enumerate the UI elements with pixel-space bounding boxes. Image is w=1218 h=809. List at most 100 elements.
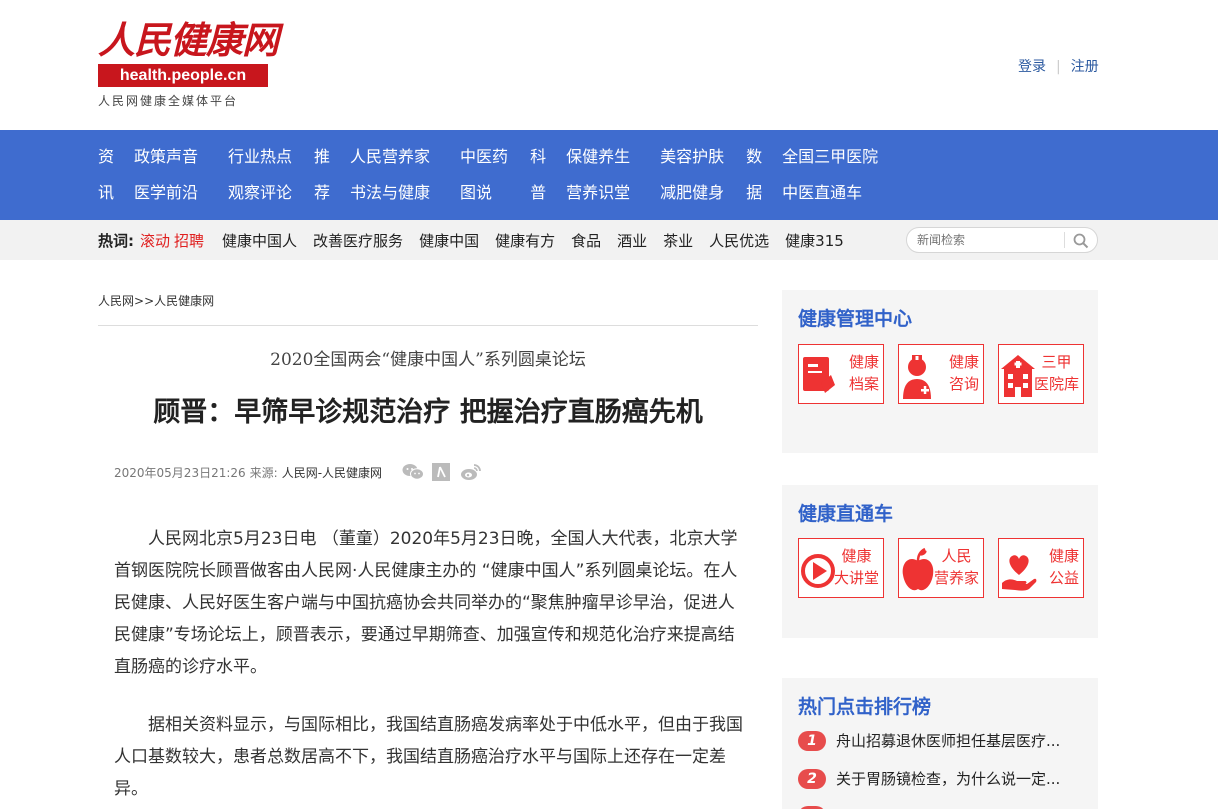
- nav-link[interactable]: 减肥健身: [660, 184, 724, 202]
- nav-category-char: 资: [98, 147, 115, 166]
- auth-links: 登录 | 注册: [1018, 56, 1099, 76]
- logo-subtitle: 人民网健康全媒体平台: [98, 94, 239, 108]
- hot-word-link[interactable]: 人民优选: [709, 230, 769, 251]
- tile-label: 健康 公益: [1048, 547, 1079, 587]
- nav-link[interactable]: 行业热点: [228, 148, 292, 166]
- heart-hand-icon: [1001, 545, 1037, 595]
- nav-category-char: 普: [530, 183, 547, 202]
- nav-link[interactable]: 美容护肤: [660, 148, 724, 166]
- hospital-icon: [1001, 351, 1037, 401]
- nav-category: 推荐: [314, 130, 331, 220]
- rank-title: 舟山招募退休医师担任基层医疗...: [836, 732, 1061, 750]
- nav-columns: 保健养生 营养识堂 美容护肤 减肥健身: [566, 130, 746, 220]
- hot-words-bar: 热词: 滚动 招聘 健康中国人 改善医疗服务 健康中国 健康有方 食品 酒业 茶业 人民优选健…: [0, 220, 1218, 260]
- nav-group: 数据全国三甲医院 中医直通车: [746, 130, 900, 220]
- nav-category: 科普: [530, 130, 547, 220]
- nav-column: 保健养生 营养识堂: [566, 130, 630, 220]
- hot-word-link[interactable]: 酒业: [617, 230, 647, 251]
- nav-column: 人民营养家书法与健康: [350, 130, 430, 220]
- search-input[interactable]: [917, 231, 1057, 249]
- ranking-item[interactable]: 2 关于胃肠镜检查，为什么说一定...: [798, 768, 1088, 789]
- article-title: 顾晋：早筛早诊规范治疗 把握治疗直肠癌先机: [153, 397, 703, 428]
- doctor-icon: [901, 351, 937, 401]
- article-source[interactable]: 人民网-人民健康网: [282, 464, 382, 481]
- tile-label: 健康 咨询: [948, 353, 979, 393]
- hot-ranking-box: 热门点击排行榜 1 舟山招募退休医师担任基层医疗... 2 关于胃肠镜检查，为什…: [782, 678, 1098, 809]
- article-paragraph-2: 据相关资料显示，与国际相比，我国结直肠癌发病率处于中低水平，但由于我国人口基数较…: [114, 715, 743, 799]
- hot-word-link[interactable]: 健康有方: [495, 230, 555, 251]
- hot-words: 热词: 滚动 招聘 健康中国人 改善医疗服务 健康中国 健康有方 食品 酒业 茶业 人民优选健…: [98, 220, 844, 260]
- health-express-tiles: 健康 大讲堂 人民 营养家 健康 公益: [798, 538, 1084, 598]
- people-app-icon[interactable]: [431, 463, 451, 481]
- nav-group: 资讯 政策声音医学前沿 行业热点观察评论: [98, 130, 314, 220]
- hot-word-link[interactable]: 健康315: [785, 230, 844, 251]
- nav-link[interactable]: 人民营养家: [350, 148, 430, 166]
- article-paragraph-1: 人民网北京5月23日电 （董童）2020年5月23日晚，全国人大代表，北京大学首…: [114, 529, 738, 677]
- tile-label: 健康 大讲堂: [833, 547, 879, 587]
- tile-hospital-library[interactable]: 三甲 医院库: [998, 344, 1084, 404]
- nav-link[interactable]: 政策声音: [134, 148, 198, 166]
- tile-label: 三甲 医院库: [1033, 353, 1079, 393]
- tile-health-records[interactable]: 健康 档案: [798, 344, 884, 404]
- hot-word-link[interactable]: 茶业: [663, 230, 693, 251]
- nav-link[interactable]: 观察评论: [228, 184, 292, 202]
- health-express-title: 健康直通车: [798, 503, 894, 525]
- hot-ranking-title: 热门点击排行榜: [798, 696, 932, 718]
- nav-columns: 全国三甲医院 中医直通车: [782, 130, 900, 220]
- nav-group: 推荐人民营养家 书法与健康 中医药 图说: [314, 130, 530, 220]
- health-management-tiles: 健康 档案 健康 咨询 三甲 医院库: [798, 344, 1084, 404]
- ranking-item[interactable]: 1 舟山招募退休医师担任基层医疗...: [798, 730, 1088, 751]
- news-search: [906, 227, 1098, 253]
- nav-link[interactable]: 保健养生: [566, 148, 630, 166]
- nav-category-char: 科: [530, 147, 547, 166]
- file-icon: [801, 351, 837, 401]
- register-link[interactable]: 注册: [1071, 59, 1099, 75]
- tile-public-welfare[interactable]: 健康 公益: [998, 538, 1084, 598]
- nav-column: 美容护肤 减肥健身: [660, 130, 724, 220]
- logo-title: 人民健康网: [98, 18, 279, 62]
- nav-column: 全国三甲医院 中医直通车: [782, 130, 878, 220]
- nav-category: 数据: [746, 130, 763, 220]
- breadcrumb-divider: [98, 325, 758, 326]
- nav-column: 行业热点 观察评论: [228, 130, 292, 220]
- tile-label: 健康 档案: [848, 353, 879, 393]
- hot-word-link[interactable]: 改善医疗服务: [313, 230, 403, 251]
- tile-health-lecture[interactable]: 健康 大讲堂: [798, 538, 884, 598]
- site-logo[interactable]: 人民健康网 health.people.cn 人民网健康全媒体平台: [98, 18, 279, 109]
- nav-link[interactable]: 书法与健康: [350, 184, 430, 202]
- rank-title: 关于胃肠镜检查，为什么说一定...: [836, 770, 1061, 788]
- weibo-icon[interactable]: [460, 463, 481, 481]
- search-icon[interactable]: [1073, 233, 1089, 249]
- rank-number: 1: [798, 730, 826, 751]
- site-header: 人民健康网 health.people.cn 人民网健康全媒体平台 登录 | 注册: [0, 0, 1218, 130]
- tile-health-consult[interactable]: 健康 咨询: [898, 344, 984, 404]
- nav-group: 科普保健养生 营养识堂 美容护肤 减肥健身: [530, 130, 746, 220]
- nav-link[interactable]: 营养识堂: [566, 184, 630, 202]
- breadcrumb-home[interactable]: 人民网: [98, 294, 134, 308]
- article-meta: 2020年05月23日21:26 来源: 人民网-人民健康网: [114, 463, 481, 481]
- nav-link[interactable]: 医学前沿: [134, 184, 198, 202]
- nav-link[interactable]: 中医直通车: [782, 184, 878, 202]
- hot-link-jobs[interactable]: 招聘: [174, 230, 204, 251]
- hot-words-label: 热词:: [98, 231, 134, 250]
- hot-link-scroll[interactable]: 滚动: [140, 230, 170, 251]
- nav-category-char: 荐: [314, 183, 331, 202]
- nav-link[interactable]: 中医药: [460, 148, 508, 166]
- login-link[interactable]: 登录: [1018, 59, 1046, 75]
- nav-category: 资讯: [98, 130, 115, 220]
- breadcrumb-separator: >>: [134, 294, 155, 308]
- article-date: 2020年05月23日21:26: [114, 465, 246, 480]
- hot-word-link[interactable]: 食品: [571, 230, 601, 251]
- nav-category-char: 据: [746, 183, 763, 202]
- tile-label: 人民 营养家: [933, 547, 979, 587]
- article-subtitle: 2020全国两会“健康中国人”系列圆桌论坛: [270, 350, 586, 370]
- wechat-icon[interactable]: [402, 463, 425, 481]
- breadcrumb-section[interactable]: 人民健康网: [154, 294, 214, 308]
- nav-link[interactable]: 图说: [460, 184, 508, 202]
- hot-word-link[interactable]: 健康中国: [419, 230, 479, 251]
- source-label: 来源:: [249, 465, 278, 480]
- nav-link[interactable]: 全国三甲医院: [782, 148, 878, 166]
- tile-nutritionist[interactable]: 人民 营养家: [898, 538, 984, 598]
- hot-word-link[interactable]: 健康中国人: [222, 230, 297, 251]
- auth-divider: |: [1056, 59, 1061, 75]
